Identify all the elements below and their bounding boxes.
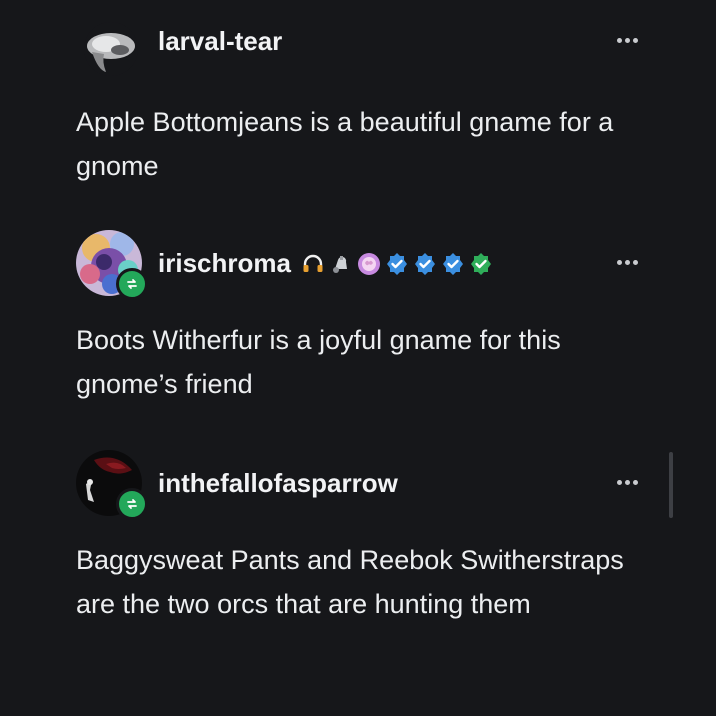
more-options-button[interactable]: [612, 472, 642, 492]
blue-verified-icon[interactable]: [385, 252, 409, 276]
post-header: larval-tear: [76, 16, 656, 82]
bell-icon[interactable]: [329, 252, 353, 276]
username-label[interactable]: inthefallofasparrow: [158, 468, 398, 499]
dot-icon: [616, 479, 622, 485]
username[interactable]: irischroma: [158, 248, 493, 279]
avatar[interactable]: [76, 230, 148, 300]
dot-icon: [632, 37, 638, 43]
dot-icon: [616, 37, 622, 43]
more-options-button[interactable]: [612, 252, 642, 272]
blue-verified-icon[interactable]: [413, 252, 437, 276]
dot-icon: [632, 479, 638, 485]
dot-icon: [624, 479, 630, 485]
reblog-icon: [127, 279, 137, 289]
brain-icon[interactable]: [357, 252, 381, 276]
reblog-icon: [127, 499, 137, 509]
post-header: inthefallofasparrow: [76, 450, 656, 520]
dot-icon: [616, 259, 622, 265]
headphones-icon[interactable]: [301, 252, 325, 276]
reblog-badge: [116, 488, 148, 520]
post-body: Apple Bottomjeans is a beautiful gname f…: [76, 107, 614, 181]
scrollbar[interactable]: [669, 452, 673, 518]
username-label[interactable]: larval-tear: [158, 26, 282, 57]
post-header: irischroma: [76, 230, 656, 300]
avatar[interactable]: [84, 22, 138, 76]
avatar[interactable]: [76, 450, 148, 520]
post-body: Boots Witherfur is a joyful gname for th…: [76, 325, 561, 399]
username-label[interactable]: irischroma: [158, 248, 291, 279]
username[interactable]: larval-tear: [158, 26, 282, 57]
post-body: Baggysweat Pants and Reebok Switherstrap…: [76, 545, 624, 619]
dot-icon: [624, 37, 630, 43]
badge-list: [301, 252, 493, 276]
more-options-button[interactable]: [612, 30, 642, 50]
blue-verified-icon[interactable]: [441, 252, 465, 276]
green-verified-icon[interactable]: [469, 252, 493, 276]
reblog-badge: [116, 268, 148, 300]
dot-icon: [624, 259, 630, 265]
username[interactable]: inthefallofasparrow: [158, 468, 398, 499]
dot-icon: [632, 259, 638, 265]
